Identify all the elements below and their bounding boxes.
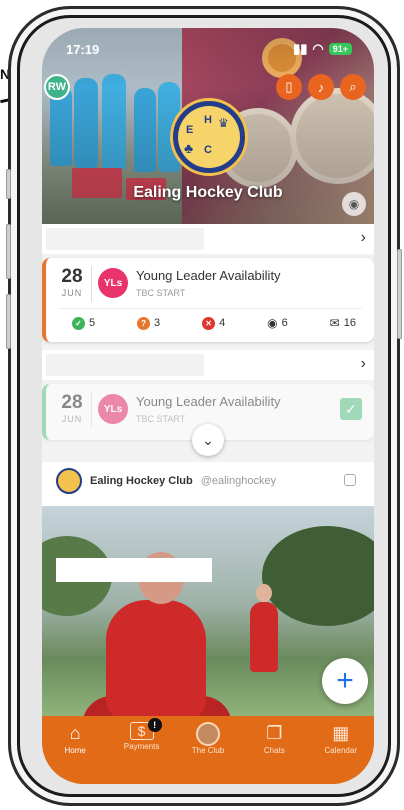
post-header: Ealing Hockey Club @ealinghockey <box>56 468 276 494</box>
stat-maybe-count: 3 <box>154 317 161 329</box>
stat-maybe[interactable]: ? 3 <box>137 316 160 330</box>
eye-icon: ◉ <box>267 316 278 330</box>
event-divider <box>91 392 92 428</box>
tab-calendar[interactable]: ▦ Calendar <box>311 722 371 784</box>
event-stats: ✓ 5 ? 3 ✕ 4 ◉ 6 ✉ 16 <box>72 316 356 330</box>
event-date: 28 JUN <box>58 392 86 424</box>
event-group-badge: YLs <box>98 394 128 424</box>
status-bar: 17:19 ▮▮ ◠ 91+ <box>66 40 352 58</box>
chat-bubbles-icon: ❐ <box>266 722 283 743</box>
app-screen: 17:19 ▮▮ ◠ 91+ RW ▯ ♪ ⌕ E H C ♛ ♣ Ealing… <box>42 28 374 784</box>
stat-available[interactable]: ✓ 5 <box>72 316 95 330</box>
stat-available-count: 5 <box>89 317 96 329</box>
envelope-icon: ✉ <box>329 316 340 330</box>
add-button[interactable]: + <box>322 658 368 704</box>
tab-chats-label: Chats <box>263 746 285 755</box>
battery-icon: 91+ <box>328 43 352 55</box>
tab-chats[interactable]: ❐ Chats <box>244 722 304 784</box>
camera-icon[interactable]: ◉ <box>342 192 366 216</box>
bottom-tab-bar: ⌂ Home $ ! Payments The Club ❐ Chats ▦ C… <box>42 716 374 784</box>
event-day: 28 <box>61 392 83 413</box>
chevron-down-icon[interactable]: ⌄ <box>192 424 224 456</box>
calendar-icon: ▦ <box>332 722 350 743</box>
silent-switch <box>6 169 11 199</box>
search-icon[interactable]: ⌕ <box>340 74 366 100</box>
stat-views[interactable]: ◉ 6 <box>267 316 288 330</box>
event-divider <box>91 266 92 302</box>
tab-home[interactable]: ⌂ Home <box>45 722 105 784</box>
event-separator <box>58 308 362 309</box>
club-name: Ealing Hockey Club <box>133 184 283 201</box>
power-button <box>397 249 402 339</box>
caption-placeholder <box>56 558 212 582</box>
crown-icon: ♛ <box>218 116 229 130</box>
event-group-badge: YLs <box>98 268 128 298</box>
club-badge-icon <box>195 722 220 746</box>
tab-payments[interactable]: $ ! Payments <box>112 718 172 784</box>
tree-icon: ♣ <box>184 140 194 156</box>
section-header-responded[interactable]: › <box>42 350 374 380</box>
tab-calendar-label: Calendar <box>324 746 357 755</box>
stat-unavailable-count: 4 <box>219 317 226 329</box>
tab-payments-label: Payments <box>123 742 160 751</box>
post-handle: @ealinghockey <box>200 475 277 487</box>
section-title-placeholder <box>46 228 204 250</box>
stat-unavailable[interactable]: ✕ 4 <box>202 316 225 330</box>
event-month: JUN <box>61 288 83 298</box>
cross-circle-icon: ✕ <box>202 316 216 330</box>
stat-views-count: 6 <box>281 317 288 329</box>
volume-up-button <box>6 224 11 279</box>
event-subtitle: TBC START <box>136 414 186 424</box>
logo-letter-h: H <box>204 114 212 126</box>
section-title-placeholder <box>46 354 204 376</box>
club-header: 17:19 ▮▮ ◠ 91+ RW ▯ ♪ ⌕ E H C ♛ ♣ Ealing… <box>42 28 374 224</box>
logo-letter-c: C <box>204 144 212 156</box>
tab-home-label: Home <box>64 746 86 755</box>
post-author: Ealing Hockey Club <box>90 475 193 487</box>
post-avatar <box>56 468 82 494</box>
event-date: 28 JUN <box>58 266 86 298</box>
header-actions: ▯ ♪ ⌕ <box>276 74 366 100</box>
question-circle-icon: ? <box>137 316 151 330</box>
chevron-right-icon[interactable]: › <box>361 229 366 247</box>
door-icon[interactable]: ▯ <box>276 74 302 100</box>
stat-messages[interactable]: ✉ 16 <box>330 316 356 330</box>
logo-letter-e: E <box>186 124 194 136</box>
event-subtitle: TBC START <box>136 288 186 298</box>
tab-the-club[interactable]: The Club <box>178 722 238 784</box>
chevron-right-icon[interactable]: › <box>361 355 366 373</box>
event-day: 28 <box>61 266 83 287</box>
checkbox-checked-icon[interactable]: ✓ <box>340 398 362 420</box>
instagram-icon <box>344 474 356 486</box>
home-icon: ⌂ <box>69 722 81 743</box>
event-month: JUN <box>61 414 83 424</box>
signal-icon: ▮▮ <box>293 41 308 56</box>
wifi-icon: ◠ <box>312 41 324 56</box>
club-logo: E H C ♛ ♣ <box>170 98 248 176</box>
volume-down-button <box>6 294 11 349</box>
bell-icon[interactable]: ♪ <box>308 74 334 100</box>
event-card[interactable]: 28 JUN YLs Young Leader Availability TBC… <box>42 258 374 342</box>
tab-club-label: The Club <box>191 746 225 755</box>
user-avatar[interactable]: RW <box>44 74 70 100</box>
stat-messages-count: 16 <box>343 317 356 329</box>
check-circle-icon: ✓ <box>72 316 85 330</box>
payments-badge: ! <box>147 718 162 732</box>
event-title: Young Leader Availability <box>136 394 281 409</box>
section-header-upcoming[interactable]: › <box>42 224 374 254</box>
event-title: Young Leader Availability <box>136 268 281 283</box>
status-time: 17:19 <box>66 41 100 57</box>
